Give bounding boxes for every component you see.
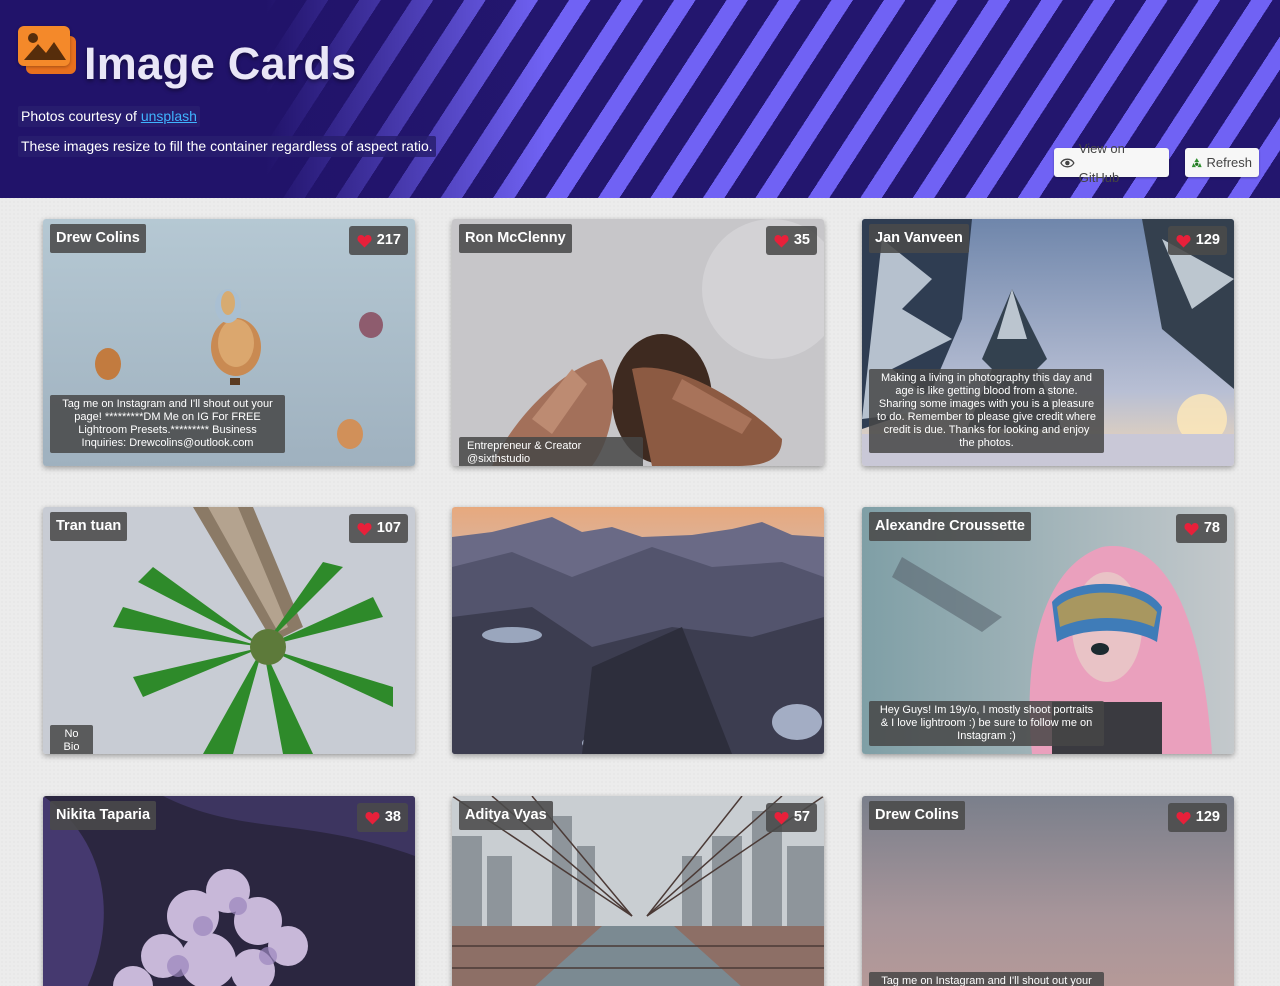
card-photo <box>43 507 415 754</box>
card-photo <box>452 219 824 466</box>
photo-credit: Photos courtesy of unsplash <box>18 106 200 127</box>
recycle-icon <box>1191 157 1202 167</box>
photographer-name: Aditya Vyas <box>459 801 553 830</box>
credit-prefix: Photos courtesy of <box>21 108 141 124</box>
image-card[interactable]: Drew Colins 217 Tag me on Instagram and … <box>43 219 415 466</box>
heart-icon <box>1184 522 1199 535</box>
likes-badge[interactable]: 129 <box>1167 226 1227 255</box>
photographer-bio: No Bio <box>50 725 93 754</box>
page-subtitle: These images resize to fill the containe… <box>18 136 436 157</box>
likes-count: 129 <box>1195 232 1220 248</box>
photographer-name: Tran tuan <box>50 512 128 541</box>
likes-badge[interactable]: 129 <box>1167 803 1227 832</box>
photographer-name: Alexandre Croussette <box>869 512 1031 541</box>
likes-badge[interactable]: 107 <box>348 514 408 543</box>
github-button-label: View on GitHub <box>1078 140 1125 185</box>
likes-badge[interactable]: 217 <box>348 226 408 255</box>
unsplash-link[interactable]: unsplash <box>141 108 197 124</box>
image-card[interactable]: Jan Vanveen 129 Making a living in photo… <box>862 219 1234 466</box>
likes-badge[interactable]: 78 <box>1175 514 1227 543</box>
image-icon <box>18 26 78 74</box>
page-title: Image Cards <box>84 38 357 89</box>
image-card[interactable]: Drew Colins 129 Tag me on Instagram and … <box>862 796 1234 986</box>
photographer-name: Drew Colins <box>869 801 965 830</box>
likes-count: 107 <box>376 520 401 536</box>
heart-icon <box>1176 234 1191 247</box>
photographer-name: Ron McClenny <box>459 224 572 253</box>
heart-icon <box>1176 811 1191 824</box>
image-card[interactable]: Nikita Taparia 38 <box>43 796 415 986</box>
header-shade <box>0 0 700 198</box>
heart-icon <box>357 234 372 247</box>
image-card[interactable] <box>452 507 824 754</box>
likes-count: 78 <box>1203 520 1220 536</box>
photographer-name: Drew Colins <box>50 224 146 253</box>
eye-icon <box>1060 158 1075 167</box>
heart-icon <box>774 234 789 247</box>
image-card[interactable]: Alexandre Croussette 78 Hey Guys! Im 19y… <box>862 507 1234 754</box>
photographer-bio: Entrepreneur & Creator @sixthstudio <box>459 437 643 466</box>
likes-badge[interactable]: 57 <box>765 803 817 832</box>
heart-icon <box>365 811 380 824</box>
photographer-bio: Hey Guys! Im 19y/o, I mostly shoot portr… <box>869 701 1104 746</box>
likes-count: 57 <box>793 809 810 825</box>
image-card[interactable]: Tran tuan 107 No Bio <box>43 507 415 754</box>
likes-count: 217 <box>376 232 401 248</box>
heart-icon <box>774 811 789 824</box>
likes-count: 38 <box>384 809 401 825</box>
image-card[interactable]: Aditya Vyas 57 <box>452 796 824 986</box>
likes-count: 35 <box>793 232 810 248</box>
heart-icon <box>357 522 372 535</box>
photographer-name: Jan Vanveen <box>869 224 969 253</box>
photographer-name: Nikita Taparia <box>50 801 157 830</box>
page-header: Image Cards Photos courtesy of unsplash … <box>0 0 1280 198</box>
photographer-bio: Making a living in photography this day … <box>869 369 1104 453</box>
refresh-button-label: Refresh <box>1206 155 1252 170</box>
refresh-button[interactable]: Refresh <box>1185 148 1259 177</box>
likes-count: 129 <box>1195 809 1220 825</box>
card-photo <box>452 507 824 754</box>
view-on-github-button[interactable]: View on GitHub <box>1054 141 1169 185</box>
image-card[interactable]: Ron McClenny 35 Entrepreneur & Creator @… <box>452 219 824 466</box>
photographer-bio: Tag me on Instagram and I'll shout out y… <box>50 395 285 453</box>
likes-badge[interactable]: 38 <box>356 803 408 832</box>
photographer-bio: Tag me on Instagram and I'll shout out y… <box>869 972 1104 986</box>
likes-badge[interactable]: 35 <box>765 226 817 255</box>
